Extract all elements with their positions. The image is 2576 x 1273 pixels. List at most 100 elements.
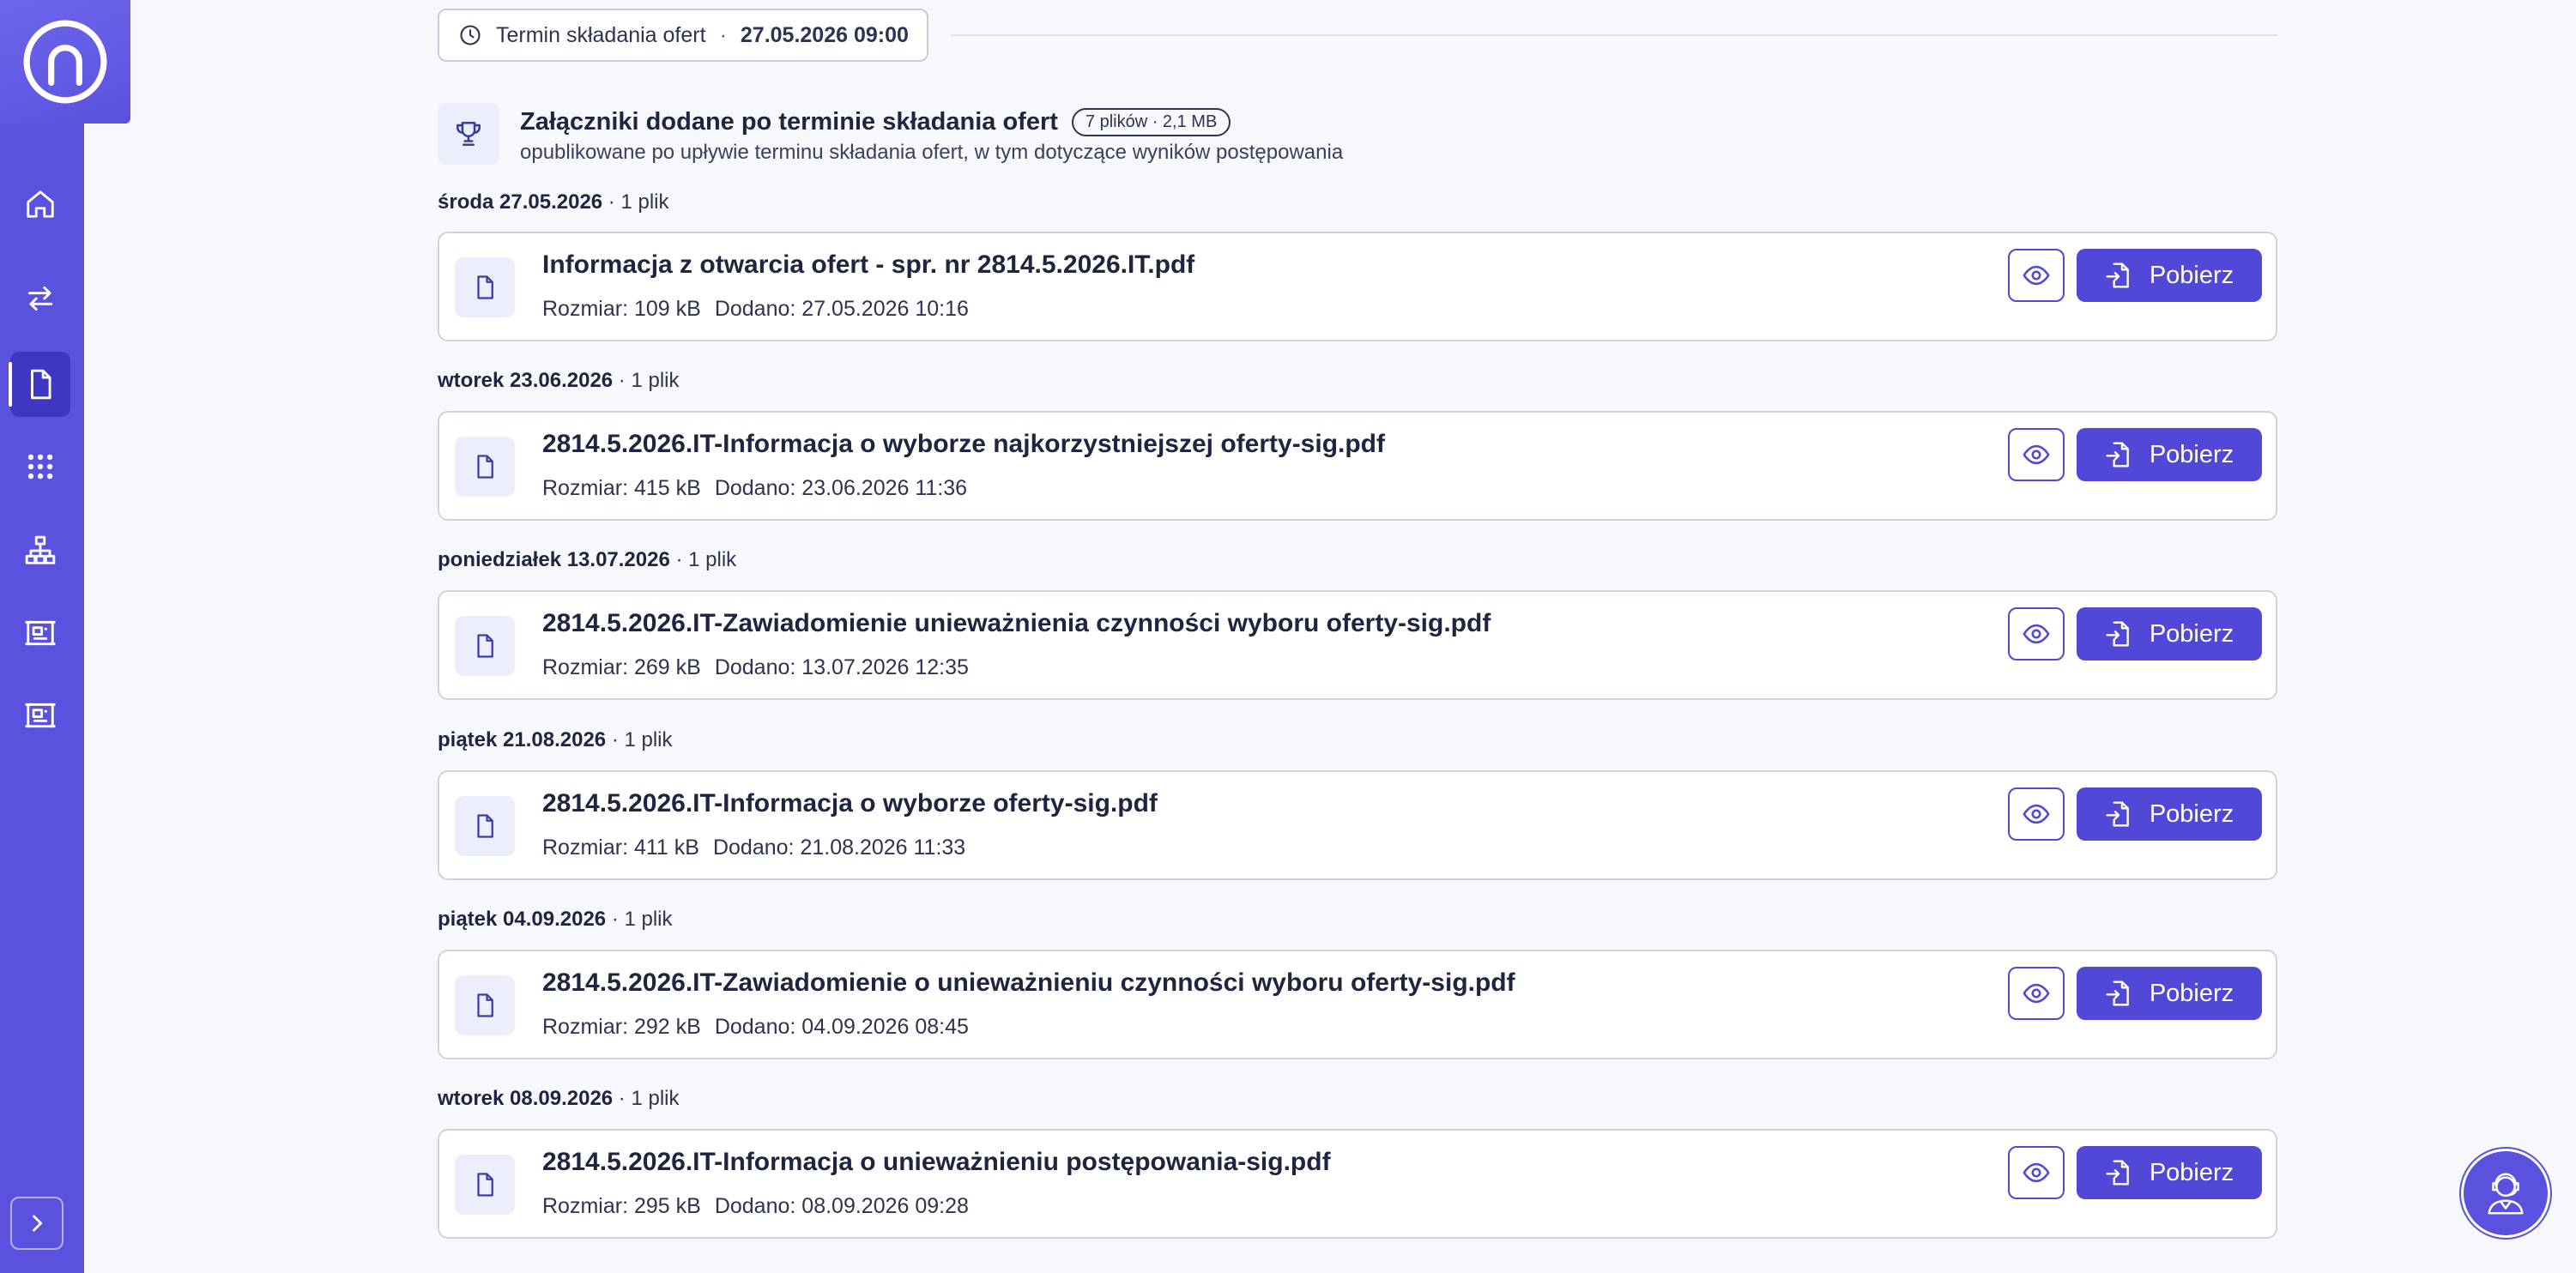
file-download-icon bbox=[2106, 621, 2129, 647]
eye-icon bbox=[2023, 265, 2050, 286]
section-title-text: Załączniki dodane po terminie składania … bbox=[520, 108, 1058, 136]
section-subtitle: opublikowane po upływie terminu składani… bbox=[520, 141, 1344, 164]
file-size: 269 kB bbox=[633, 655, 701, 679]
file-card: 2814.5.2026.IT-Zawiadomienie o unieważni… bbox=[438, 950, 2277, 1059]
added-label: Dodano: bbox=[714, 476, 796, 500]
sidebar-item-structure[interactable] bbox=[10, 518, 70, 583]
preview-button[interactable] bbox=[2008, 249, 2065, 302]
download-button[interactable]: Pobierz bbox=[2077, 249, 2262, 302]
eye-icon bbox=[2023, 804, 2050, 824]
assistant-button[interactable] bbox=[2464, 1151, 2548, 1235]
day-date: wtorek 23.06.2026 bbox=[438, 369, 614, 392]
sidebar bbox=[0, 0, 84, 1273]
file-added: 08.09.2026 09:28 bbox=[801, 1194, 969, 1218]
sidebar-item-home[interactable] bbox=[10, 172, 70, 237]
file-meta: Rozmiar: 292 kB Dodano: 04.09.2026 08:45 bbox=[542, 1015, 969, 1040]
download-button[interactable]: Pobierz bbox=[2077, 428, 2262, 481]
eye-icon bbox=[2023, 1162, 2050, 1183]
day-count: · 1 plik bbox=[606, 908, 673, 931]
chevron-right-icon bbox=[33, 1215, 43, 1232]
assistant-avatar-icon bbox=[2488, 1173, 2524, 1215]
file-meta: Rozmiar: 269 kB Dodano: 13.07.2026 12:35 bbox=[542, 655, 969, 680]
file-download-icon bbox=[2106, 980, 2129, 1006]
preview-button[interactable] bbox=[2008, 428, 2065, 481]
home-icon bbox=[27, 190, 54, 218]
deadline-chip: Termin składania ofert · 27.05.2026 09:0… bbox=[438, 9, 928, 62]
tender-icon bbox=[25, 703, 56, 728]
preview-button[interactable] bbox=[2008, 1146, 2065, 1199]
section-title: Załączniki dodane po terminie składania … bbox=[520, 108, 1231, 136]
file-download-icon bbox=[2106, 1160, 2129, 1186]
download-label: Pobierz bbox=[2149, 799, 2234, 828]
file-name: 2814.5.2026.IT-Informacja o unieważnieni… bbox=[542, 1148, 1331, 1176]
size-label: Rozmiar: bbox=[542, 655, 629, 679]
file-meta: Rozmiar: 109 kB Dodano: 27.05.2026 10:16 bbox=[542, 297, 969, 322]
download-button[interactable]: Pobierz bbox=[2077, 1146, 2262, 1199]
file-name: Informacja z otwarcia ofert - spr. nr 28… bbox=[542, 250, 1195, 279]
file-icon-box bbox=[455, 257, 515, 317]
sidebar-item-exchange[interactable] bbox=[10, 266, 70, 331]
sidebar-item-tenders-1[interactable] bbox=[10, 600, 70, 666]
day-count: · 1 plik bbox=[613, 369, 680, 392]
app-logo[interactable] bbox=[0, 0, 130, 124]
file-name: 2814.5.2026.IT-Zawiadomienie o unieważni… bbox=[542, 968, 1515, 997]
day-date: piątek 21.08.2026 bbox=[438, 728, 607, 751]
sidebar-item-tenders-2[interactable] bbox=[10, 683, 70, 748]
download-button[interactable]: Pobierz bbox=[2077, 787, 2262, 841]
file-card: 2814.5.2026.IT-Zawiadomienie unieważnien… bbox=[438, 590, 2277, 700]
added-label: Dodano: bbox=[714, 1015, 796, 1039]
day-count: · 1 plik bbox=[613, 1087, 680, 1110]
tender-icon bbox=[25, 620, 56, 646]
sidebar-item-documents[interactable] bbox=[9, 352, 70, 417]
deadline-value: 27.05.2026 09:00 bbox=[740, 22, 909, 47]
transfer-arrows-icon bbox=[27, 286, 53, 311]
file-name: 2814.5.2026.IT-Informacja o wyborze ofer… bbox=[542, 789, 1158, 817]
document-icon bbox=[477, 275, 493, 299]
added-label: Dodano: bbox=[712, 836, 795, 860]
file-added: 27.05.2026 10:16 bbox=[801, 297, 969, 321]
day-count: · 1 plik bbox=[606, 728, 673, 751]
deadline-row: Termin składania ofert · 27.05.2026 09:0… bbox=[438, 9, 2277, 62]
day-label: wtorek 23.06.2026 · 1 plik bbox=[438, 369, 680, 393]
sidebar-item-apps[interactable] bbox=[10, 434, 70, 499]
download-button[interactable]: Pobierz bbox=[2077, 967, 2262, 1020]
section-icon-box bbox=[438, 103, 499, 165]
added-label: Dodano: bbox=[714, 297, 796, 321]
file-added: 23.06.2026 11:36 bbox=[801, 476, 968, 500]
file-meta: Rozmiar: 415 kB Dodano: 23.06.2026 11:36 bbox=[542, 476, 967, 501]
file-added: 13.07.2026 12:35 bbox=[801, 655, 969, 679]
divider bbox=[951, 34, 2277, 36]
file-size: 292 kB bbox=[633, 1015, 701, 1039]
file-card: 2814.5.2026.IT-Informacja o wyborze ofer… bbox=[438, 770, 2277, 880]
document-icon bbox=[477, 455, 493, 479]
clock-icon bbox=[460, 25, 481, 45]
sidebar-expand-button[interactable] bbox=[10, 1197, 63, 1250]
size-label: Rozmiar: bbox=[542, 476, 629, 500]
day-label: wtorek 08.09.2026 · 1 plik bbox=[438, 1087, 680, 1111]
size-label: Rozmiar: bbox=[542, 1194, 629, 1218]
download-button[interactable]: Pobierz bbox=[2077, 607, 2262, 661]
day-label: piątek 21.08.2026 · 1 plik bbox=[438, 728, 673, 752]
eye-icon bbox=[2023, 624, 2050, 644]
file-card: Informacja z otwarcia ofert - spr. nr 28… bbox=[438, 232, 2277, 341]
files-count-badge: 7 plików · 2,1 MB bbox=[1071, 108, 1231, 136]
size-label: Rozmiar: bbox=[542, 836, 629, 860]
preview-button[interactable] bbox=[2008, 787, 2065, 841]
file-icon-box bbox=[455, 616, 515, 676]
file-card: 2814.5.2026.IT-Informacja o wyborze najk… bbox=[438, 411, 2277, 521]
file-icon-box bbox=[455, 437, 515, 497]
deadline-separator: · bbox=[719, 22, 727, 47]
file-download-icon bbox=[2106, 262, 2129, 288]
day-count: · 1 plik bbox=[602, 190, 669, 214]
file-icon-box bbox=[455, 975, 515, 1035]
file-added: 21.08.2026 11:33 bbox=[800, 836, 966, 860]
preview-button[interactable] bbox=[2008, 607, 2065, 661]
document-icon bbox=[477, 993, 493, 1017]
grid-icon bbox=[27, 454, 53, 480]
eye-icon bbox=[2023, 983, 2050, 1004]
preview-button[interactable] bbox=[2008, 967, 2065, 1020]
day-date: wtorek 08.09.2026 bbox=[438, 1087, 614, 1110]
trophy-icon bbox=[456, 121, 481, 147]
file-card: 2814.5.2026.IT-Informacja o unieważnieni… bbox=[438, 1129, 2277, 1239]
added-label: Dodano: bbox=[714, 1194, 796, 1218]
